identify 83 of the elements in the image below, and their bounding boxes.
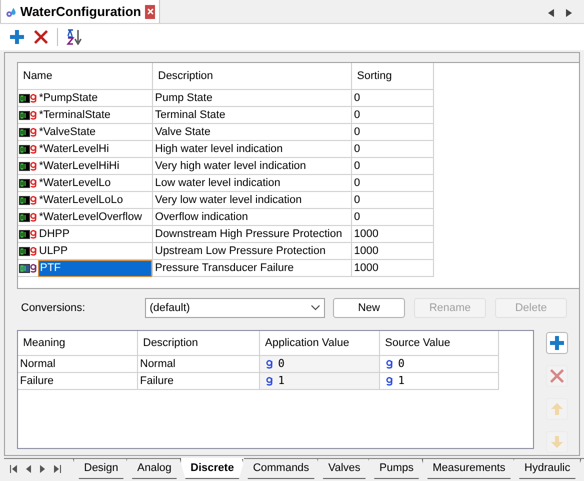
column-header: Name: [18, 63, 153, 89]
table-cell: Failure: [18, 373, 138, 389]
close-button[interactable]: [145, 4, 155, 18]
point-icon: [18, 93, 38, 103]
table-cell-text: 0: [398, 356, 405, 372]
column-header: Source Value: [380, 331, 499, 355]
sheet-tab[interactable]: Discrete: [180, 458, 245, 479]
dialog-button[interactable]: New: [333, 298, 405, 318]
table-cell: Low water level indication: [153, 175, 352, 191]
conversions-dropdown[interactable]: (default): [144, 298, 325, 318]
point-name[interactable]: *WaterLevelHi: [38, 140, 152, 158]
plus-icon: [549, 335, 565, 351]
close-icon: [146, 8, 154, 15]
table-cell-text: 0: [278, 356, 285, 372]
table-cell: Overflow indication: [153, 209, 352, 225]
point-name[interactable]: *WaterLevelLoLo: [38, 192, 152, 208]
table-cell: 0: [352, 90, 434, 106]
table-cell-text: 1: [398, 372, 405, 389]
next-icon[interactable]: [40, 464, 45, 472]
point-name[interactable]: *WaterLevelOverflow: [38, 208, 152, 226]
column-header: Meaning: [18, 331, 138, 355]
table-cell: Terminal State: [153, 107, 352, 123]
table-cell: 0: [352, 192, 434, 208]
table-cell: Very high water level indication: [153, 158, 352, 174]
table-cell: 0: [352, 107, 434, 123]
table-cell: 1000: [352, 243, 434, 259]
column-header: Description: [153, 63, 352, 89]
table-cell: Downstream High Pressure Protection: [153, 226, 352, 242]
g-icon: [266, 376, 273, 386]
point-icon: [18, 110, 38, 120]
table-cell: 0: [352, 124, 434, 140]
table-cell: Very low water level indication: [153, 192, 352, 208]
point-name[interactable]: *TerminalState: [38, 106, 152, 124]
previous-icon[interactable]: [26, 464, 31, 472]
sheet-tab[interactable]: Hydraulic: [513, 459, 582, 479]
side-button[interactable]: [546, 332, 568, 354]
table-cell: Normal: [18, 356, 138, 372]
point-icon: [18, 195, 38, 205]
up-arrow-icon: [549, 401, 565, 417]
table-cell-text: 1: [278, 372, 285, 389]
table-cell: 0: [352, 209, 434, 225]
table-cell: 0: [352, 141, 434, 157]
point-name[interactable]: *ValveState: [38, 124, 152, 140]
table-cell: Pump State: [153, 90, 352, 106]
conversions-label: Conversions:: [21, 300, 86, 316]
close-icon[interactable]: [33, 29, 49, 45]
point-icon: [18, 212, 38, 222]
table-cell: 0: [352, 175, 434, 191]
first-page-icon[interactable]: [10, 464, 17, 472]
chevron-icon: [311, 305, 320, 311]
table-cell: Pressure Transducer Failure: [153, 260, 352, 276]
scroll-right-icon[interactable]: [566, 9, 572, 17]
column-header: Sorting: [352, 63, 434, 89]
table-cell: 1000: [352, 260, 434, 276]
table-cell: Upstream Low Pressure Protection: [153, 243, 352, 259]
table-cell: Valve State: [153, 124, 352, 140]
g-icon: [386, 359, 393, 369]
point-icon: [18, 229, 38, 239]
point-icon: [18, 127, 38, 137]
g-icon: [386, 376, 393, 386]
last-page-icon[interactable]: [54, 464, 61, 472]
down-arrow-icon: [549, 434, 565, 450]
table-cell: 0: [352, 158, 434, 174]
scroll-left-icon[interactable]: [548, 9, 554, 17]
point-name[interactable]: *WaterLevelHiHi: [38, 158, 152, 174]
point-name[interactable]: ULPP: [38, 242, 152, 260]
close-icon: [549, 368, 565, 384]
sort-icon[interactable]: [66, 29, 82, 45]
g-icon: [266, 359, 273, 369]
point-icon: [18, 144, 38, 154]
plus-icon[interactable]: [9, 29, 25, 45]
column-header: Application Value: [260, 331, 380, 355]
point-name[interactable]: *PumpState: [38, 90, 152, 106]
point-name[interactable]: DHPP: [38, 226, 152, 242]
point-icon: [18, 161, 38, 171]
column-header: Description: [138, 331, 260, 355]
point-name[interactable]: PTF: [38, 260, 152, 276]
point-icon: [18, 246, 38, 256]
point-icon: [18, 263, 38, 273]
table-cell: High water level indication: [153, 141, 352, 157]
point-name[interactable]: *WaterLevelLo: [38, 174, 152, 192]
point-icon: [18, 178, 38, 188]
table-cell: 1000: [352, 226, 434, 242]
